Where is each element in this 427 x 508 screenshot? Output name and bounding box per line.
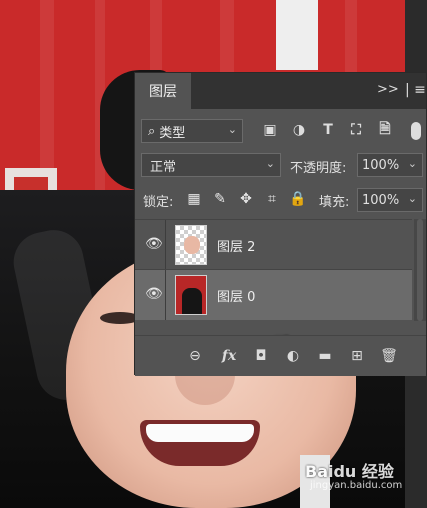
eye-icon[interactable]: 👁: [145, 236, 163, 252]
lock-row: 锁定: ▦ ✎ ✥ ⌗ 🔒 填充: 100% ⌄: [135, 187, 426, 213]
thumbnail-person: [182, 288, 202, 314]
divider: [165, 220, 166, 270]
watermark-url: jingyan.baidu.com: [310, 480, 403, 491]
layer-thumbnail: [175, 225, 207, 265]
layer-row[interactable]: 👁 图层 2: [135, 219, 412, 270]
filter-row: ⌕ 类型 ⌄ ▣ ◑ T ⛶ 🗎: [135, 117, 426, 145]
double-chevron-right-icon[interactable]: >>: [377, 82, 399, 97]
lock-image-pixels-icon[interactable]: ✎: [211, 190, 229, 208]
fill-input[interactable]: 100% ⌄: [357, 188, 423, 212]
image-filter-icon[interactable]: ▣: [261, 121, 279, 139]
smart-object-filter-icon[interactable]: 🗎: [376, 121, 394, 139]
type-filter-icon[interactable]: T: [319, 121, 337, 139]
new-adjustment-layer-icon[interactable]: ◐: [283, 346, 303, 366]
lock-position-icon[interactable]: ✥: [237, 190, 255, 208]
fill-label: 填充:: [319, 195, 350, 210]
layer-name[interactable]: 图层 2: [217, 236, 255, 255]
new-layer-icon[interactable]: ⊞: [347, 346, 367, 366]
divider: [165, 270, 166, 320]
layer-name[interactable]: 图层 0: [217, 286, 255, 305]
filter-kind-select[interactable]: ⌕ 类型 ⌄: [141, 119, 243, 143]
shape-filter-icon[interactable]: ⛶: [347, 121, 365, 139]
lock-transparent-pixels-icon[interactable]: ▦: [185, 190, 203, 208]
chevron-down-icon[interactable]: ⌄: [408, 192, 417, 205]
person-teeth: [146, 424, 254, 442]
blend-mode-value: 正常: [150, 159, 177, 175]
lock-label: 锁定:: [143, 195, 174, 210]
lock-all-icon[interactable]: 🔒: [289, 190, 307, 208]
blend-mode-select[interactable]: 正常 ⌄: [141, 153, 281, 177]
chevron-down-icon: ⌄: [265, 157, 275, 170]
opacity-input[interactable]: 100% ⌄: [357, 153, 423, 177]
blend-row: 正常 ⌄ 不透明度: 100% ⌄: [135, 153, 426, 179]
panel-footer: ⊖ fx ◘ ◐ ▬ ⊞ 🗑: [135, 335, 426, 376]
layer-thumbnail: [175, 275, 207, 315]
eye-icon[interactable]: 👁: [145, 286, 163, 302]
lock-artboard-icon[interactable]: ⌗: [263, 190, 281, 208]
delete-layer-icon[interactable]: 🗑: [379, 346, 399, 366]
watermark-brand: Baidu 经验: [305, 462, 394, 481]
tab-layers[interactable]: 图层: [135, 73, 191, 109]
scrollbar-thumb[interactable]: [417, 219, 423, 321]
thumbnail-face: [184, 236, 200, 254]
opacity-label: 不透明度:: [290, 161, 347, 176]
layers-panel: 图层 >> | ≡ ⌕ 类型 ⌄ ▣ ◑ T ⛶ 🗎 正常 ⌄ 不透明度: 10…: [134, 72, 427, 376]
chevron-down-icon: ⌄: [227, 123, 237, 136]
scrollbar[interactable]: [414, 219, 426, 321]
layers-list: 👁 图层 2 👁 图层 0 ☚: [135, 219, 426, 352]
filter-kind-label: 类型: [159, 125, 186, 141]
fx-icon[interactable]: fx: [219, 346, 239, 366]
person-mouth: [140, 420, 260, 466]
opacity-value: 100%: [362, 157, 400, 173]
chevron-down-icon[interactable]: ⌄: [408, 157, 417, 170]
search-icon: ⌕: [148, 123, 156, 139]
add-mask-icon[interactable]: ◘: [251, 346, 271, 366]
link-layers-icon[interactable]: ⊖: [185, 346, 205, 366]
new-group-icon[interactable]: ▬: [315, 346, 335, 366]
layer-row-selected[interactable]: 👁 图层 0 ☚: [135, 269, 412, 352]
background-panel: [276, 0, 318, 70]
panel-header: 图层 >> | ≡: [135, 73, 426, 109]
filter-toggle[interactable]: [411, 122, 421, 140]
menu-icon[interactable]: | ≡: [405, 82, 426, 98]
adjustment-filter-icon[interactable]: ◑: [290, 121, 308, 139]
fill-value: 100%: [362, 192, 400, 208]
